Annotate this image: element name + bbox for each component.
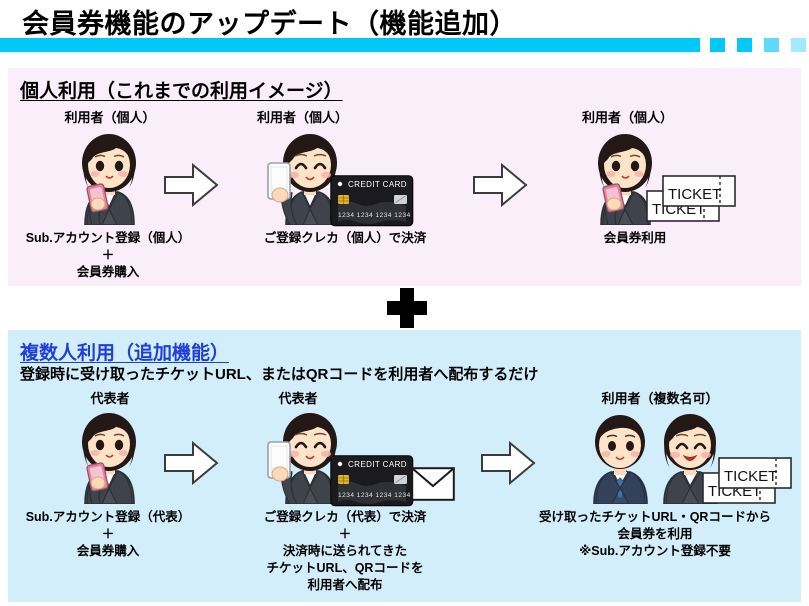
arrow-personal-step1-to-step2 (163, 162, 219, 208)
section-group-subtitle: 登録時に受け取ったチケットURL、またはQRコードを利用者へ配布するだけ (20, 366, 539, 383)
credit-card-number-text: 1234 1234 1234 1234 (338, 212, 411, 219)
caption-line: ＋ (338, 527, 352, 541)
slide-header: 会員券機能のアップデート（機能追加） (0, 0, 809, 62)
accent-square-1 (710, 38, 725, 52)
caption-line: Sub.アカウント登録（個人） (25, 231, 191, 245)
credit-card-graphic-2: CREDIT CARD 1234 1234 1234 1234 (330, 455, 414, 507)
caption-group-step2: ご登録クレカ（代表）で決済 ＋ 決済時に送られてきた チケットURL、QRコード… (230, 509, 460, 594)
svg-text:1234 1234 1234 1234: 1234 1234 1234 1234 (338, 492, 411, 499)
page-title: 会員券機能のアップデート（機能追加） (22, 9, 517, 39)
caption-group-step1: Sub.アカウント登録（代表） ＋ 会員券購入 (8, 509, 208, 560)
ticket-graphic-2: TICKET TICKET (702, 455, 794, 509)
arrow-group-step1-to-step2 (163, 440, 219, 486)
credit-card-label-text: CREDIT CARD (348, 180, 407, 189)
person-illustration-rep-phone-1 (62, 412, 156, 504)
arrow-personal-step2-to-step3 (472, 162, 528, 208)
credit-card-graphic-1: CREDIT CARD 1234 1234 1234 1234 (330, 175, 414, 227)
caption-line: ＋ (101, 248, 115, 262)
envelope-icon (411, 467, 455, 501)
section-group-heading: 複数人利用（追加機能） (20, 343, 230, 364)
label-personal-step2-actor: 利用者（個人） (256, 110, 348, 125)
caption-line: ※Sub.アカウント登録不要 (579, 544, 731, 558)
caption-line: ご登録クレカ（個人）で決済 (263, 231, 427, 245)
label-group-step2-actor: 代表者 (278, 391, 318, 406)
plus-connector-badge (387, 288, 427, 328)
caption-line: ＋ (101, 527, 115, 541)
label-group-step3-actor: 利用者（複数名可） (601, 391, 719, 406)
slide-canvas: 会員券機能のアップデート（機能追加） 個人利用（これまでの利用イメージ） 利用者… (0, 0, 809, 606)
label-group-step1-actor: 代表者 (90, 391, 130, 406)
caption-line: チケットURL、QRコードを (266, 561, 424, 575)
caption-personal-step1: Sub.アカウント登録（個人） ＋ 会員券購入 (8, 230, 208, 281)
caption-group-step3: 受け取ったチケットURL・QRコードから 会員券を利用 ※Sub.アカウント登録… (510, 509, 800, 560)
ticket-graphic-1: TICKET TICKET (646, 173, 738, 227)
caption-personal-step2: ご登録クレカ（個人）で決済 (230, 230, 460, 247)
svg-text:CREDIT CARD: CREDIT CARD (348, 460, 407, 469)
caption-line: 決済時に送られてきた (282, 544, 408, 558)
ticket-label-text: TICKET (668, 186, 721, 203)
plus-vertical-bar (400, 288, 414, 328)
caption-line: 受け取ったチケットURL・QRコードから (539, 510, 771, 524)
accent-square-2 (737, 38, 752, 52)
caption-line: 会員券購入 (76, 544, 140, 558)
accent-square-4 (791, 38, 806, 52)
caption-line: 会員券購入 (76, 265, 140, 279)
caption-personal-step3: 会員券利用 (565, 230, 705, 247)
section-personal-heading: 個人利用（これまでの利用イメージ） (20, 81, 343, 102)
label-personal-step1-actor: 利用者（個人） (64, 110, 156, 125)
caption-line: 会員券利用 (603, 231, 667, 245)
arrow-group-step2-to-step3 (480, 440, 536, 486)
person-illustration-user-phone-1 (62, 133, 156, 225)
caption-line: 利用者へ配布 (307, 578, 383, 592)
caption-line: Sub.アカウント登録（代表） (25, 510, 191, 524)
header-accent-rule (0, 38, 809, 52)
caption-line: 会員券を利用 (617, 527, 693, 541)
svg-text:TICKET: TICKET (724, 468, 777, 485)
accent-square-3 (764, 38, 779, 52)
accent-bar (0, 38, 700, 52)
caption-line: ご登録クレカ（代表）で決済 (263, 510, 427, 524)
label-personal-step3-actor: 利用者（個人） (581, 110, 673, 125)
